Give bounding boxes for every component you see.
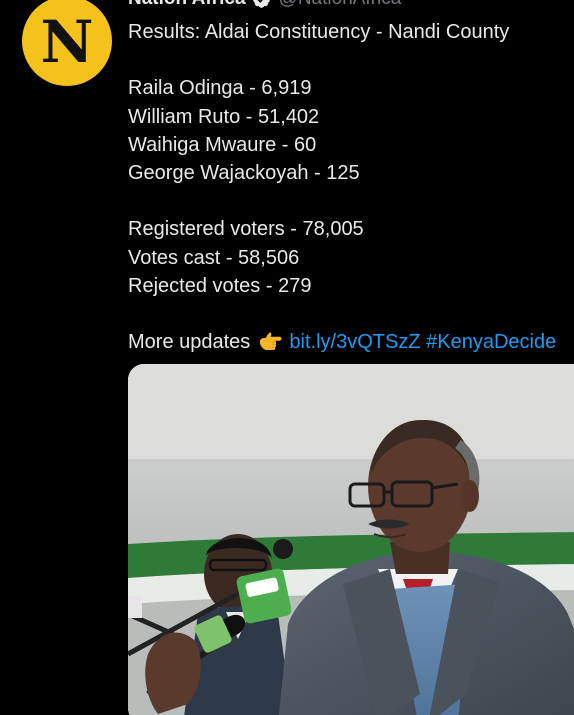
hashtag-link[interactable]: #KenyaDecide (426, 331, 556, 353)
rejected-votes: Rejected votes - 279 (128, 274, 312, 297)
votes-cast: Votes cast - 58,506 (128, 246, 300, 269)
updates-link[interactable]: bit.ly/3vQTSzZ (289, 331, 420, 353)
avatar[interactable]: N (22, 0, 112, 86)
candidate-result: George Wajackoyah - 125 (128, 161, 360, 184)
tweet-body: Results: Aldai Constituency - Nandi Coun… (128, 18, 574, 356)
photo-of-speaker-at-microphones (128, 364, 574, 715)
tweet-card: N Nation Africa @NationAfrica · Results:… (0, 0, 574, 715)
candidate-result: William Ruto - 51,402 (128, 105, 320, 128)
updates-line: More updates bit.ly/3vQTSzZ #KenyaDecide (128, 328, 574, 356)
tweet-photo[interactable] (128, 364, 574, 715)
display-name[interactable]: Nation Africa (128, 0, 246, 10)
verified-badge-icon (252, 0, 270, 8)
results-heading: Results: Aldai Constituency - Nandi Coun… (128, 21, 510, 43)
avatar-letter: N (40, 8, 94, 76)
separator-dot: · (405, 0, 411, 10)
pointing-hand-icon (259, 332, 282, 351)
registered-voters: Registered voters - 78,005 (128, 218, 364, 241)
candidate-result: Waihiga Mwaure - 60 (128, 133, 317, 156)
updates-label: More updates (128, 331, 251, 354)
candidate-result: Raila Odinga - 6,919 (128, 77, 312, 100)
tweet-header: Nation Africa @NationAfrica · (128, 0, 412, 10)
handle[interactable]: @NationAfrica (279, 0, 402, 10)
